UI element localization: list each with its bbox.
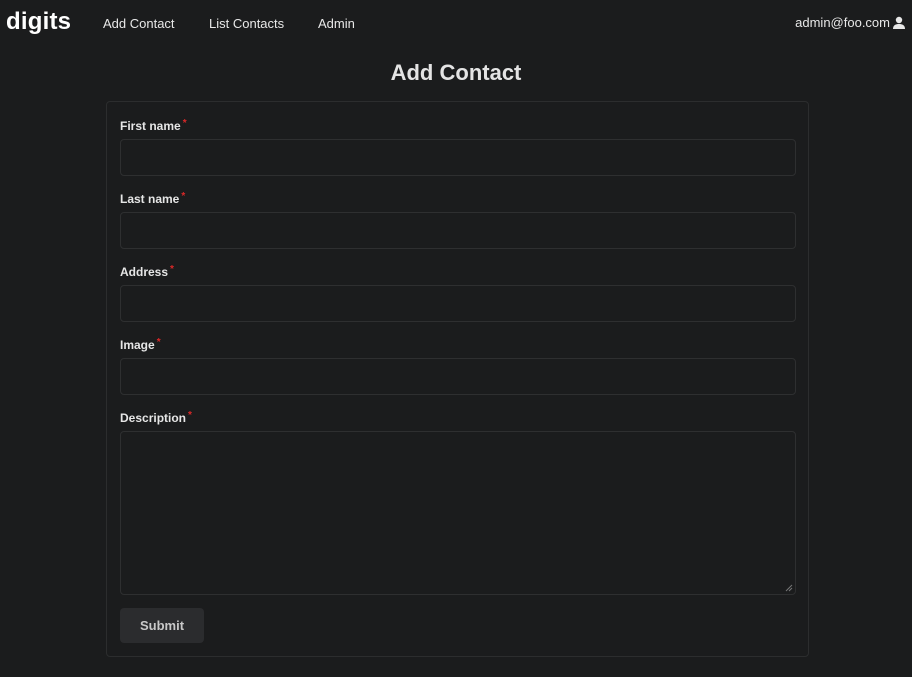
brand-logo[interactable]: digits [6,8,71,36]
nav-admin[interactable]: Admin [318,16,355,31]
nav-list-contacts[interactable]: List Contacts [209,16,284,31]
resize-handle-icon[interactable] [785,584,793,592]
required-marker: * [188,410,192,421]
last-name-label: Last name * [120,191,186,206]
image-input[interactable] [120,358,796,395]
required-marker: * [181,191,186,202]
required-marker: * [182,118,187,129]
address-input[interactable] [120,285,796,322]
description-textarea[interactable] [120,431,796,595]
required-marker: * [156,337,161,348]
user-email: admin@foo.com [795,15,890,30]
image-label: Image * [120,337,161,352]
required-marker: * [170,264,174,275]
user-icon [892,16,906,30]
description-label: Description * [120,410,192,425]
submit-button[interactable]: Submit [120,608,204,643]
first-name-input[interactable] [120,139,796,176]
add-contact-form: First name * Last name * Address * Image * D… [106,101,809,657]
page-title: Add Contact [390,60,522,85]
first-name-label: First name * [120,118,187,133]
nav-add-contact[interactable]: Add Contact [103,16,175,31]
address-label: Address * [120,264,174,279]
user-menu[interactable]: admin@foo.com [795,15,906,30]
top-navbar: digits Add Contact List Contacts Admin a… [0,0,912,46]
last-name-input[interactable] [120,212,796,249]
